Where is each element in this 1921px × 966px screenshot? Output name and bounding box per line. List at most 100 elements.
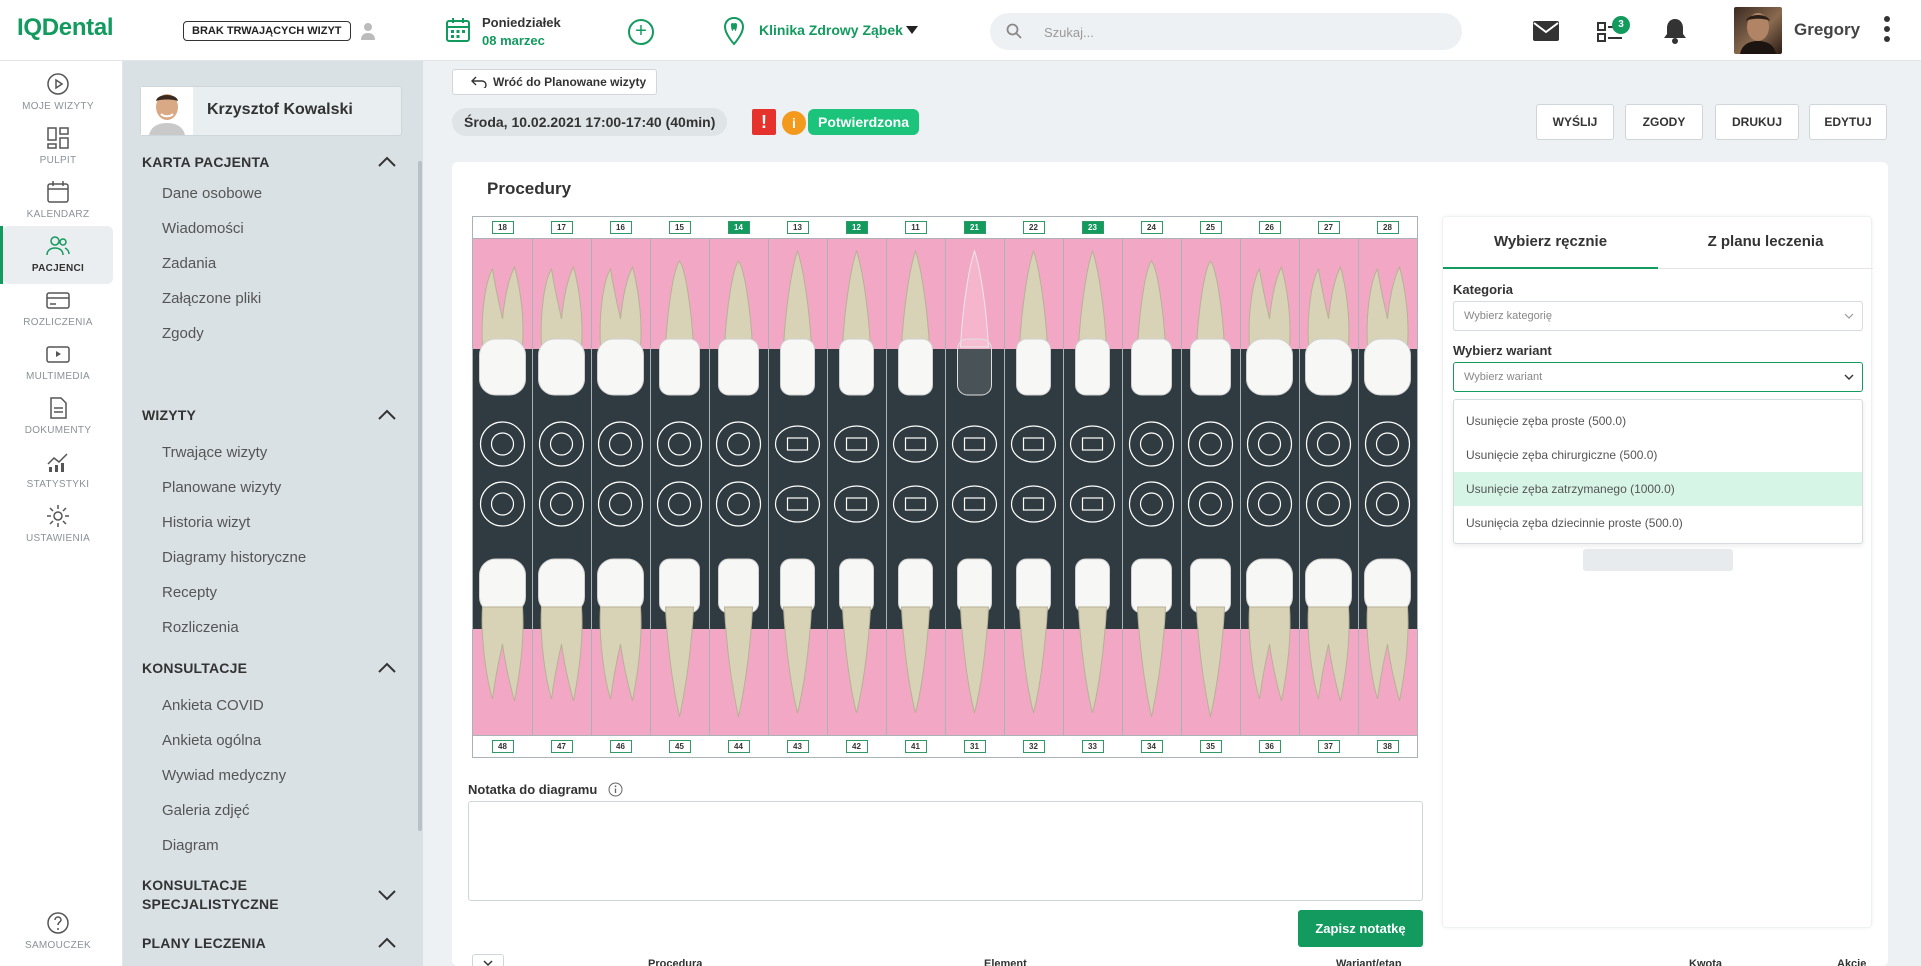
category-select[interactable]: Wybierz kategorię	[1453, 301, 1863, 331]
lower-crown-42[interactable]	[839, 558, 874, 614]
lower-root-42[interactable]	[841, 606, 872, 714]
nav-patients[interactable]: PACJENCI	[0, 226, 113, 284]
occlusal-center-23[interactable]	[1081, 437, 1104, 451]
upper-root-18[interactable]	[481, 265, 524, 348]
occlusal-center-31[interactable]	[963, 497, 986, 511]
mail-icon[interactable]	[1532, 20, 1560, 42]
occlusal-center-44[interactable]	[726, 492, 751, 516]
upper-root-25[interactable]	[1195, 260, 1226, 348]
occlusal-42[interactable]	[833, 485, 880, 523]
user-avatar[interactable]	[1734, 7, 1782, 54]
table-select-all[interactable]	[472, 954, 504, 966]
upper-root-11[interactable]	[900, 249, 931, 348]
upper-root-15[interactable]	[664, 260, 695, 348]
occlusal-36[interactable]	[1246, 481, 1293, 527]
occlusal-27[interactable]	[1305, 421, 1352, 467]
tooth-number-23[interactable]: 23	[1081, 221, 1104, 234]
tasks-button[interactable]: 3	[1596, 16, 1630, 44]
occlusal-center-37[interactable]	[1316, 492, 1341, 516]
occlusal-33[interactable]	[1069, 485, 1116, 523]
lower-crown-45[interactable]	[659, 558, 700, 614]
lower-root-38[interactable]	[1366, 606, 1409, 702]
nav-my-visits[interactable]: MOJE WIZYTY	[3, 64, 113, 122]
lower-crown-37[interactable]	[1305, 558, 1352, 614]
upper-root-24[interactable]	[1136, 260, 1167, 348]
section-visits[interactable]: WIZYTY	[142, 407, 196, 423]
lower-root-37[interactable]	[1307, 606, 1350, 702]
link-medical-interview[interactable]: Wywiad medyczny	[162, 767, 286, 784]
tooth-number-42[interactable]: 42	[845, 740, 868, 753]
tooth-number-14[interactable]: 14	[727, 221, 750, 234]
lower-root-45[interactable]	[664, 606, 695, 718]
bell-icon[interactable]	[1662, 17, 1688, 45]
variant-option[interactable]: Usunięcie zęba chirurgiczne (500.0)	[1454, 438, 1862, 472]
occlusal-center-14[interactable]	[726, 432, 751, 456]
status-badge[interactable]: Potwierdzona	[808, 109, 920, 135]
tooth-number-34[interactable]: 34	[1140, 740, 1163, 753]
occlusal-center-46[interactable]	[608, 492, 633, 516]
link-visit-history[interactable]: Historia wizyt	[162, 514, 250, 531]
upper-root-27[interactable]	[1307, 265, 1350, 348]
link-consents[interactable]: Zgody	[162, 325, 204, 342]
occlusal-center-33[interactable]	[1081, 497, 1104, 511]
info-icon[interactable]: i	[782, 111, 806, 135]
occlusal-center-26[interactable]	[1257, 432, 1282, 456]
occlusal-12[interactable]	[833, 425, 880, 463]
more-menu-icon[interactable]	[1883, 16, 1891, 46]
occlusal-center-22[interactable]	[1022, 437, 1045, 451]
tooth-number-24[interactable]: 24	[1140, 221, 1163, 234]
tab-manual[interactable]: Wybierz ręcznie	[1443, 217, 1658, 269]
lower-root-32[interactable]	[1018, 606, 1049, 714]
lower-root-44[interactable]	[723, 606, 754, 718]
nav-calendar[interactable]: KALENDARZ	[3, 172, 113, 230]
nav-statistics[interactable]: STATYSTYKI	[3, 442, 113, 500]
lower-crown-36[interactable]	[1246, 558, 1293, 614]
occlusal-center-28[interactable]	[1375, 432, 1400, 456]
tab-treatment-plan[interactable]: Z planu leczenia	[1658, 217, 1873, 269]
upper-root-23[interactable]	[1077, 249, 1108, 348]
upper-root-16[interactable]	[599, 265, 642, 348]
occlusal-center-12[interactable]	[845, 437, 868, 451]
upper-crown-15[interactable]	[659, 338, 700, 396]
occlusal-center-15[interactable]	[667, 432, 692, 456]
occlusal-18[interactable]	[479, 421, 526, 467]
occlusal-14[interactable]	[715, 421, 762, 467]
occlusal-center-35[interactable]	[1198, 492, 1223, 516]
occlusal-26[interactable]	[1246, 421, 1293, 467]
tooth-number-47[interactable]: 47	[550, 740, 573, 753]
nav-multimedia[interactable]: MULTIMEDIA	[3, 334, 113, 392]
variant-option[interactable]: Usunięcia zęba dziecinnie proste (500.0)	[1454, 506, 1862, 540]
tooth-number-28[interactable]: 28	[1376, 221, 1399, 234]
upper-crown-24[interactable]	[1131, 338, 1172, 396]
lower-crown-33[interactable]	[1075, 558, 1110, 614]
occlusal-34[interactable]	[1128, 481, 1175, 527]
upper-crown-26[interactable]	[1246, 338, 1293, 396]
chevron-up-icon[interactable]	[377, 937, 397, 949]
lower-root-41[interactable]	[900, 606, 931, 714]
tooth-number-13[interactable]: 13	[786, 221, 809, 234]
occlusal-28[interactable]	[1364, 421, 1411, 467]
occlusal-center-34[interactable]	[1139, 492, 1164, 516]
tooth-number-33[interactable]: 33	[1081, 740, 1104, 753]
tooth-number-25[interactable]: 25	[1199, 221, 1222, 234]
occlusal-32[interactable]	[1010, 485, 1057, 523]
add-procedure-button[interactable]	[1583, 549, 1733, 571]
tooth-number-48[interactable]: 48	[491, 740, 514, 753]
upper-root-21[interactable]	[959, 249, 990, 348]
occlusal-16[interactable]	[597, 421, 644, 467]
occlusal-11[interactable]	[892, 425, 939, 463]
occlusal-43[interactable]	[774, 485, 821, 523]
occlusal-center-17[interactable]	[549, 432, 574, 456]
occlusal-center-21[interactable]	[963, 437, 986, 451]
link-messages[interactable]: Wiadomości	[162, 220, 244, 237]
tooth-number-44[interactable]: 44	[727, 740, 750, 753]
link-ongoing-visits[interactable]: Trwające wizyty	[162, 444, 267, 461]
variant-option[interactable]: Usunięcie zęba proste (500.0)	[1454, 404, 1862, 438]
logo[interactable]: IQDental	[17, 14, 114, 42]
patient-card[interactable]: Krzysztof Kowalski	[140, 86, 402, 136]
occlusal-47[interactable]	[538, 481, 585, 527]
tooth-number-45[interactable]: 45	[668, 740, 691, 753]
occlusal-center-13[interactable]	[786, 437, 809, 451]
lower-root-36[interactable]	[1248, 606, 1291, 702]
upper-crown-11[interactable]	[898, 338, 933, 396]
